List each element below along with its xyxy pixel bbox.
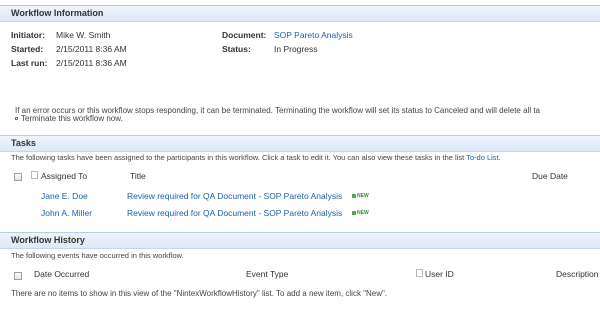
- workflow-information-header: Workflow Information: [0, 5, 600, 22]
- document-label: Document:: [222, 30, 267, 40]
- history-description: The following events have occurred in th…: [11, 251, 184, 260]
- task-row-1-new-badge: NEW: [352, 193, 369, 199]
- column-description[interactable]: Description: [556, 269, 599, 279]
- started-value: 2/15/2011 8:36 AM: [56, 44, 127, 54]
- user-icon: [416, 269, 423, 277]
- started-label: Started:: [11, 44, 44, 54]
- column-title[interactable]: Title: [130, 171, 146, 181]
- column-event-type[interactable]: Event Type: [246, 269, 288, 279]
- task-row-2-new-badge: NEW: [352, 210, 369, 216]
- column-assigned-to[interactable]: Assigned To: [41, 171, 87, 181]
- column-date-occurred[interactable]: Date Occurred: [34, 269, 89, 279]
- tasks-description: The following tasks have been assigned t…: [11, 153, 501, 162]
- task-row-2-title[interactable]: Review required for QA Document - SOP Pa…: [127, 208, 342, 218]
- last-run-label: Last run:: [11, 58, 48, 68]
- attachment-icon: [31, 171, 38, 179]
- initiator-label: Initiator:: [11, 30, 45, 40]
- document-link[interactable]: SOP Pareto Analysis: [274, 30, 353, 40]
- terminate-workflow-link[interactable]: Terminate this workflow now.: [21, 114, 123, 123]
- select-all-tasks-checkbox[interactable]: [14, 173, 22, 181]
- todo-list-link[interactable]: To-do List: [466, 153, 499, 162]
- initiator-value: Mike W. Smith: [56, 30, 111, 40]
- task-row-2-assigned-to[interactable]: John A. Miller: [41, 208, 92, 218]
- bullet-icon: [15, 117, 18, 120]
- workflow-history-header: Workflow History: [0, 232, 600, 249]
- status-value: In Progress: [274, 44, 318, 54]
- task-row-1-assigned-to[interactable]: Jane E. Doe: [41, 191, 88, 201]
- tasks-header: Tasks: [0, 135, 600, 152]
- column-due-date[interactable]: Due Date: [532, 171, 568, 181]
- column-user-id[interactable]: User ID: [425, 269, 454, 279]
- tasks-description-period: .: [498, 153, 501, 162]
- task-row-1-title[interactable]: Review required for QA Document - SOP Pa…: [127, 191, 342, 201]
- tasks-description-text: The following tasks have been assigned t…: [11, 153, 465, 162]
- history-empty-message: There are no items to show in this view …: [11, 289, 388, 298]
- select-all-history-checkbox[interactable]: [14, 272, 22, 280]
- last-run-value: 2/15/2011 8:36 AM: [56, 58, 127, 68]
- status-label: Status:: [222, 44, 251, 54]
